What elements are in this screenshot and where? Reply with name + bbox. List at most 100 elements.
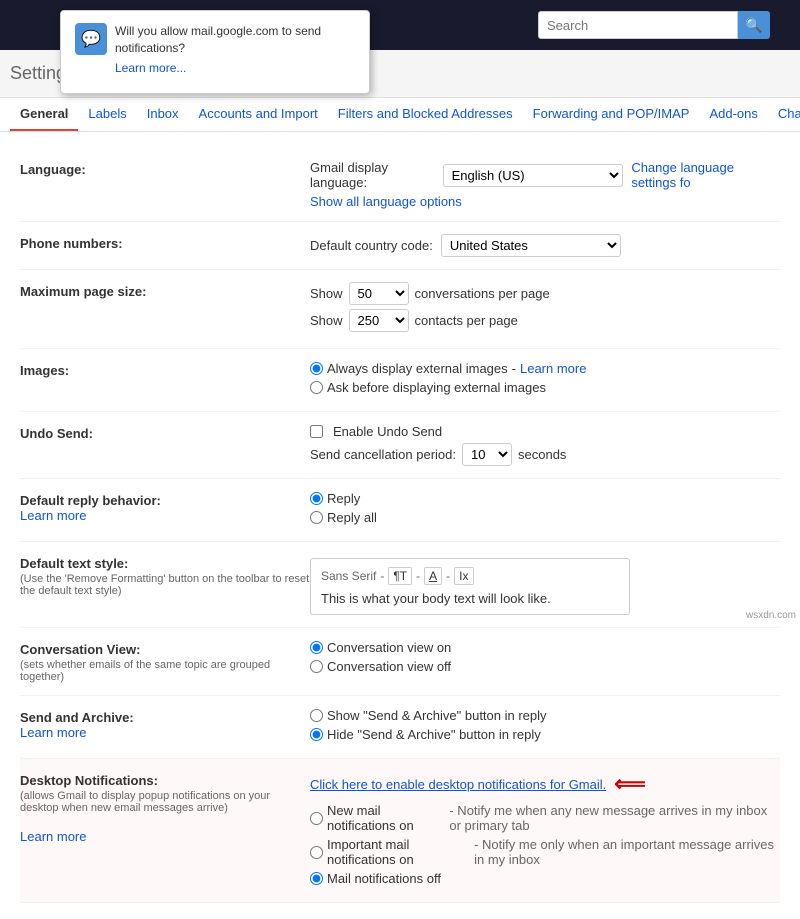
reply-behavior-row: Default reply behavior: Learn more Reply… (20, 479, 780, 542)
popup-learn-more-link[interactable]: Learn more... (115, 61, 355, 75)
show-all-language-link[interactable]: Show all language options (310, 194, 462, 209)
page-size-label: Maximum page size: (20, 282, 310, 299)
reply-all-radio[interactable] (310, 511, 323, 524)
desktop-notifications-label: Desktop Notifications: (allows Gmail to … (20, 771, 310, 844)
tab-general[interactable]: General (10, 98, 78, 131)
text-style-row: Default text style: (Use the 'Remove For… (20, 542, 780, 628)
conversations-per-page-select[interactable]: 50 (349, 282, 409, 305)
reply-radio-row: Reply (310, 491, 780, 506)
send-cancellation-label: Send cancellation period: (310, 447, 456, 462)
desktop-notifications-row: Desktop Notifications: (allows Gmail to … (20, 759, 780, 903)
chat-icon: 💬 (75, 23, 107, 55)
text-style-toolbar: Sans Serif - ¶T - A - Ix (321, 567, 619, 585)
new-mail-notifications-desc: - Notify me when any new message arrives… (449, 803, 780, 833)
conversations-row: Show 50 conversations per page (310, 282, 780, 305)
send-archive-label: Send and Archive: Learn more (20, 708, 310, 740)
reply-behavior-label: Default reply behavior: Learn more (20, 491, 310, 523)
contacts-per-page-select[interactable]: 250 (349, 309, 409, 332)
phone-numbers-row: Phone numbers: Default country code: Uni… (20, 222, 780, 270)
hide-send-archive-row: Hide "Send & Archive" button in reply (310, 727, 780, 742)
mail-notifications-off-row: Mail notifications off (310, 871, 780, 886)
conversation-on-radio[interactable] (310, 641, 323, 654)
show-send-archive-radio[interactable] (310, 709, 323, 722)
text-style-sublabel: (Use the 'Remove Formatting' button on t… (20, 573, 310, 597)
ask-before-display-radio[interactable] (310, 381, 323, 394)
text-preview: This is what your body text will look li… (321, 591, 619, 606)
always-display-row: Always display external images - Learn m… (310, 361, 780, 376)
images-row: Images: Always display external images -… (20, 349, 780, 412)
tab-accounts-import[interactable]: Accounts and Import (189, 98, 328, 131)
display-language-label: Gmail display language: (310, 160, 435, 190)
undo-send-value: Enable Undo Send Send cancellation perio… (310, 424, 780, 466)
undo-send-row: Undo Send: Enable Undo Send Send cancell… (20, 412, 780, 479)
font-color-button[interactable]: A (424, 567, 442, 585)
conversation-view-label: Conversation View: (sets whether emails … (20, 640, 310, 683)
conversation-off-row: Conversation view off (310, 659, 780, 674)
language-value: Gmail display language: English (US) Cha… (310, 160, 780, 209)
enable-desktop-notifications-link[interactable]: Click here to enable desktop notificatio… (310, 777, 606, 792)
enable-undo-send-label: Enable Undo Send (333, 424, 442, 439)
always-display-label: Always display external images (327, 361, 508, 376)
mail-notifications-off-radio[interactable] (310, 872, 323, 885)
text-style-value: Sans Serif - ¶T - A - Ix This is what yo… (310, 554, 780, 615)
important-mail-notifications-radio[interactable] (310, 846, 323, 859)
search-button[interactable]: 🔍 (738, 11, 770, 39)
seconds-label: seconds (518, 447, 566, 462)
text-style-box: Sans Serif - ¶T - A - Ix This is what yo… (310, 558, 630, 615)
images-label: Images: (20, 361, 310, 378)
important-mail-notifications-label: Important mail notifications on (327, 837, 470, 867)
tab-chat[interactable]: Chat (768, 98, 800, 131)
show-label-1: Show (310, 286, 343, 301)
desktop-notifications-learn-more-link[interactable]: Learn more (20, 829, 86, 844)
country-code-label: Default country code: (310, 238, 433, 253)
phone-value: Default country code: United States (310, 234, 780, 257)
clear-format-button[interactable]: Ix (454, 567, 473, 585)
show-send-archive-label: Show "Send & Archive" button in reply (327, 708, 547, 723)
hide-send-archive-radio[interactable] (310, 728, 323, 741)
new-mail-notifications-label: New mail notifications on (327, 803, 445, 833)
top-bar: 💬 Will you allow mail.google.com to send… (0, 0, 800, 50)
tab-filters-blocked[interactable]: Filters and Blocked Addresses (328, 98, 523, 131)
new-mail-notifications-radio[interactable] (310, 812, 323, 825)
page-size-value: Show 50 conversations per page Show 250 … (310, 282, 780, 336)
show-label-2: Show (310, 313, 343, 328)
reply-behavior-learn-more-link[interactable]: Learn more (20, 508, 86, 523)
enable-undo-send-checkbox[interactable] (310, 425, 323, 438)
search-input[interactable] (538, 11, 738, 39)
send-archive-learn-more-link[interactable]: Learn more (20, 725, 86, 740)
contacts-label: contacts per page (415, 313, 518, 328)
change-language-link[interactable]: Change language settings fo (631, 160, 780, 190)
notification-popup: 💬 Will you allow mail.google.com to send… (60, 10, 370, 94)
tab-add-ons[interactable]: Add-ons (699, 98, 767, 131)
important-mail-notifications-row: Important mail notifications on - Notify… (310, 837, 780, 867)
contacts-row: Show 250 contacts per page (310, 309, 780, 332)
display-language-select[interactable]: English (US) (443, 164, 624, 187)
conversation-view-row: Conversation View: (sets whether emails … (20, 628, 780, 696)
conversations-label: conversations per page (415, 286, 550, 301)
conversation-off-radio[interactable] (310, 660, 323, 673)
nav-tabs: General Labels Inbox Accounts and Import… (0, 98, 800, 132)
always-display-radio[interactable] (310, 362, 323, 375)
send-archive-value: Show "Send & Archive" button in reply Hi… (310, 708, 780, 746)
reply-all-label: Reply all (327, 510, 377, 525)
desktop-notifications-value: Click here to enable desktop notificatio… (310, 771, 780, 890)
main-content: Language: Gmail display language: Englis… (0, 132, 800, 919)
hide-send-archive-label: Hide "Send & Archive" button in reply (327, 727, 541, 742)
font-size-button[interactable]: ¶T (388, 567, 412, 585)
new-mail-notifications-row: New mail notifications on - Notify me wh… (310, 803, 780, 833)
mail-notifications-off-label: Mail notifications off (327, 871, 441, 886)
conversation-view-sublabel: (sets whether emails of the same topic a… (20, 659, 310, 683)
tab-forwarding-pop[interactable]: Forwarding and POP/IMAP (523, 98, 700, 131)
country-code-select[interactable]: United States (441, 234, 621, 257)
tab-inbox[interactable]: Inbox (137, 98, 189, 131)
page-size-row: Maximum page size: Show 50 conversations… (20, 270, 780, 349)
conversation-on-label: Conversation view on (327, 640, 451, 655)
popup-header: 💬 Will you allow mail.google.com to send… (75, 23, 355, 75)
images-learn-more-link[interactable]: Learn more (520, 361, 586, 376)
desktop-notifications-sublabel: (allows Gmail to display popup notificat… (20, 790, 310, 814)
reply-radio[interactable] (310, 492, 323, 505)
show-send-archive-row: Show "Send & Archive" button in reply (310, 708, 780, 723)
tab-labels[interactable]: Labels (78, 98, 136, 131)
language-row: Language: Gmail display language: Englis… (20, 148, 780, 222)
send-cancellation-select[interactable]: 10 (462, 443, 512, 466)
